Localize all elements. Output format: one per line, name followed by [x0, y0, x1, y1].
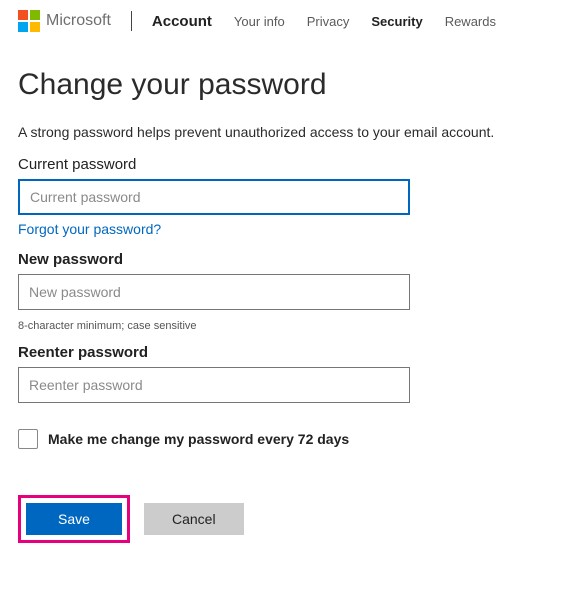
force-change-row: Make me change my password every 72 days	[18, 429, 544, 449]
microsoft-logo-icon	[18, 10, 40, 32]
current-password-label: Current password	[18, 156, 544, 173]
page-subtitle: A strong password helps prevent unauthor…	[18, 124, 544, 140]
nav-account[interactable]: Account	[152, 13, 212, 30]
microsoft-logo[interactable]: Microsoft	[18, 10, 111, 32]
nav-your-info[interactable]: Your info	[234, 14, 285, 29]
nav-privacy[interactable]: Privacy	[307, 14, 350, 29]
cancel-button[interactable]: Cancel	[144, 503, 244, 535]
header-nav: Account Your info Privacy Security Rewar…	[152, 13, 496, 30]
password-hint: 8-character minimum; case sensitive	[18, 320, 544, 332]
new-password-label: New password	[18, 251, 544, 268]
new-password-input[interactable]	[18, 274, 410, 310]
page-title: Change your password	[18, 68, 544, 102]
force-change-label: Make me change my password every 72 days	[48, 431, 349, 447]
force-change-checkbox[interactable]	[18, 429, 38, 449]
nav-security[interactable]: Security	[371, 14, 422, 29]
header-bar: Microsoft Account Your info Privacy Secu…	[0, 0, 562, 42]
button-row: Save Cancel	[18, 495, 544, 543]
reenter-password-input[interactable]	[18, 367, 410, 403]
nav-rewards[interactable]: Rewards	[445, 14, 496, 29]
current-password-input[interactable]	[18, 179, 410, 215]
save-button[interactable]: Save	[26, 503, 122, 535]
header-divider	[131, 11, 132, 31]
forgot-password-link[interactable]: Forgot your password?	[18, 221, 161, 237]
reenter-password-label: Reenter password	[18, 344, 544, 361]
save-button-highlight: Save	[18, 495, 130, 543]
brand-name: Microsoft	[46, 12, 111, 30]
main-content: Change your password A strong password h…	[0, 42, 562, 561]
